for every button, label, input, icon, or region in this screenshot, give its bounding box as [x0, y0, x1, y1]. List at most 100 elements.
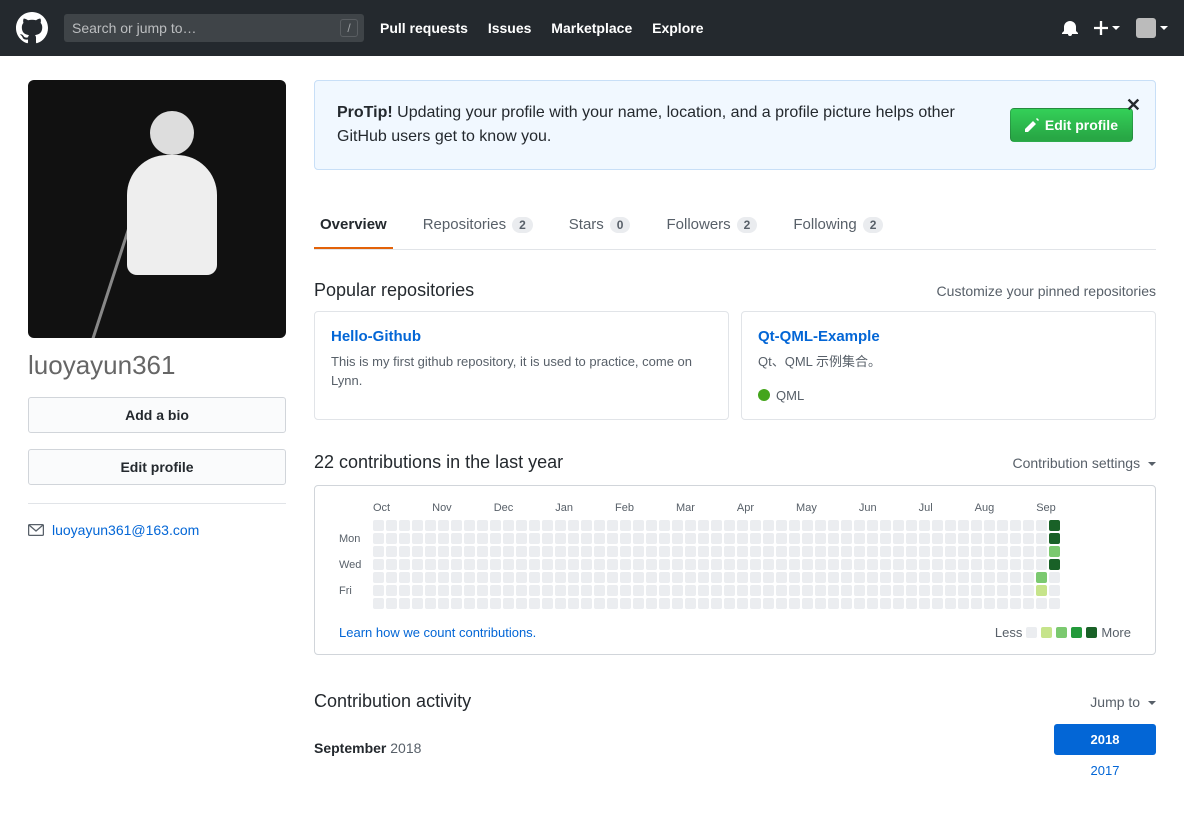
contrib-cell[interactable] — [659, 598, 670, 609]
contrib-cell[interactable] — [815, 598, 826, 609]
contrib-cell[interactable] — [711, 598, 722, 609]
contrib-cell[interactable] — [789, 585, 800, 596]
contrib-cell[interactable] — [490, 520, 501, 531]
contrib-cell[interactable] — [1023, 546, 1034, 557]
contrib-cell[interactable] — [815, 546, 826, 557]
contrib-cell[interactable] — [490, 572, 501, 583]
contrib-cell[interactable] — [802, 520, 813, 531]
contrib-cell[interactable] — [568, 585, 579, 596]
contrib-cell[interactable] — [867, 546, 878, 557]
contrib-settings-menu[interactable]: Contribution settings — [1012, 455, 1156, 471]
contrib-cell[interactable] — [776, 520, 787, 531]
contrib-cell[interactable] — [633, 585, 644, 596]
contrib-cell[interactable] — [399, 572, 410, 583]
contrib-cell[interactable] — [1036, 533, 1047, 544]
contrib-cell[interactable] — [945, 533, 956, 544]
contrib-cell[interactable] — [750, 533, 761, 544]
contrib-cell[interactable] — [958, 533, 969, 544]
contrib-cell[interactable] — [711, 572, 722, 583]
contrib-cell[interactable] — [490, 546, 501, 557]
contrib-cell[interactable] — [555, 546, 566, 557]
contrib-cell[interactable] — [438, 533, 449, 544]
contrib-cell[interactable] — [672, 598, 683, 609]
contrib-cell[interactable] — [711, 533, 722, 544]
year-button[interactable]: 2017 — [1054, 755, 1156, 786]
contrib-cell[interactable] — [542, 546, 553, 557]
contrib-cell[interactable] — [789, 520, 800, 531]
contrib-cell[interactable] — [828, 546, 839, 557]
contrib-cell[interactable] — [685, 572, 696, 583]
contrib-cell[interactable] — [841, 572, 852, 583]
contrib-cell[interactable] — [633, 559, 644, 570]
customize-pinned-link[interactable]: Customize your pinned repositories — [937, 283, 1156, 299]
contrib-cell[interactable] — [958, 598, 969, 609]
contrib-cell[interactable] — [997, 533, 1008, 544]
contrib-cell[interactable] — [789, 559, 800, 570]
contrib-cell[interactable] — [516, 572, 527, 583]
contrib-cell[interactable] — [451, 598, 462, 609]
contrib-cell[interactable] — [685, 546, 696, 557]
contrib-cell[interactable] — [919, 546, 930, 557]
contrib-cell[interactable] — [906, 559, 917, 570]
contrib-cell[interactable] — [607, 572, 618, 583]
contrib-cell[interactable] — [386, 559, 397, 570]
contrib-cell[interactable] — [542, 533, 553, 544]
contrib-cell[interactable] — [581, 520, 592, 531]
contrib-cell[interactable] — [490, 533, 501, 544]
contrib-cell[interactable] — [516, 520, 527, 531]
contrib-cell[interactable] — [425, 559, 436, 570]
contrib-cell[interactable] — [1036, 572, 1047, 583]
contrib-cell[interactable] — [1036, 585, 1047, 596]
profile-picture[interactable] — [28, 80, 286, 338]
contrib-cell[interactable] — [412, 572, 423, 583]
contrib-cell[interactable] — [711, 546, 722, 557]
contrib-cell[interactable] — [945, 546, 956, 557]
contrib-cell[interactable] — [685, 559, 696, 570]
contrib-cell[interactable] — [945, 598, 956, 609]
contrib-cell[interactable] — [854, 533, 865, 544]
nav-pull-requests[interactable]: Pull requests — [380, 20, 468, 36]
contrib-cell[interactable] — [516, 559, 527, 570]
contrib-cell[interactable] — [815, 585, 826, 596]
tab-followers[interactable]: Followers2 — [660, 202, 763, 249]
contrib-cell[interactable] — [776, 598, 787, 609]
contrib-cell[interactable] — [880, 546, 891, 557]
contrib-cell[interactable] — [412, 533, 423, 544]
contrib-cell[interactable] — [399, 585, 410, 596]
contrib-cell[interactable] — [750, 520, 761, 531]
contrib-cell[interactable] — [776, 546, 787, 557]
contrib-cell[interactable] — [620, 533, 631, 544]
contrib-cell[interactable] — [932, 533, 943, 544]
contrib-cell[interactable] — [698, 546, 709, 557]
contrib-cell[interactable] — [945, 572, 956, 583]
contrib-cell[interactable] — [542, 520, 553, 531]
contrib-cell[interactable] — [984, 585, 995, 596]
contrib-cell[interactable] — [620, 572, 631, 583]
contrib-cell[interactable] — [737, 598, 748, 609]
contrib-cell[interactable] — [802, 585, 813, 596]
contrib-cell[interactable] — [971, 520, 982, 531]
contrib-cell[interactable] — [399, 533, 410, 544]
contrib-cell[interactable] — [971, 572, 982, 583]
contrib-cell[interactable] — [373, 559, 384, 570]
contrib-cell[interactable] — [971, 598, 982, 609]
contrib-cell[interactable] — [425, 520, 436, 531]
contrib-cell[interactable] — [919, 533, 930, 544]
contrib-cell[interactable] — [724, 585, 735, 596]
contrib-cell[interactable] — [841, 520, 852, 531]
contrib-cell[interactable] — [516, 546, 527, 557]
contrib-cell[interactable] — [438, 520, 449, 531]
contrib-cell[interactable] — [867, 559, 878, 570]
contrib-cell[interactable] — [646, 598, 657, 609]
contrib-cell[interactable] — [698, 598, 709, 609]
contrib-cell[interactable] — [984, 559, 995, 570]
contrib-cell[interactable] — [1036, 520, 1047, 531]
contrib-cell[interactable] — [646, 520, 657, 531]
contrib-cell[interactable] — [438, 559, 449, 570]
contrib-cell[interactable] — [659, 559, 670, 570]
notifications-icon[interactable] — [1062, 20, 1078, 36]
contrib-cell[interactable] — [750, 546, 761, 557]
contrib-cell[interactable] — [425, 598, 436, 609]
contrib-cell[interactable] — [399, 559, 410, 570]
repo-link[interactable]: Hello-Github — [331, 328, 421, 345]
